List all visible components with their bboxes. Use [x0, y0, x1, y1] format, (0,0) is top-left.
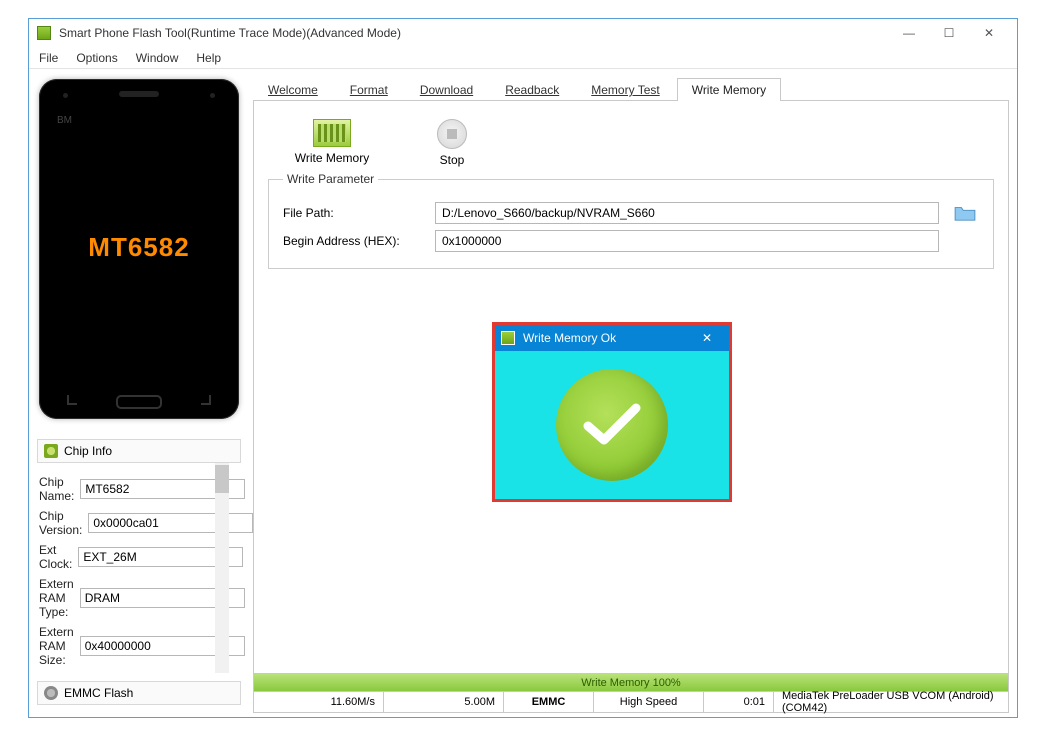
- menu-file[interactable]: File: [39, 51, 58, 65]
- begin-address-label: Begin Address (HEX):: [283, 234, 423, 248]
- phone-menu-icon: [201, 395, 211, 405]
- left-column: BM MT6582 Chip Info Chip Name: Chip Vers…: [29, 69, 249, 717]
- tab-download[interactable]: Download: [405, 78, 488, 101]
- write-parameter-legend: Write Parameter: [283, 172, 378, 186]
- maximize-button[interactable]: ☐: [929, 22, 969, 44]
- menu-help[interactable]: Help: [196, 51, 221, 65]
- status-storage: EMMC: [504, 692, 594, 712]
- stop-icon: [437, 119, 467, 149]
- memory-chip-icon: [313, 119, 351, 147]
- menubar: File Options Window Help: [29, 47, 1017, 69]
- status-row: 11.60M/s 5.00M EMMC High Speed 0:01 Medi…: [254, 692, 1008, 712]
- chip-icon: [44, 444, 58, 458]
- success-check-icon: [556, 369, 668, 481]
- phone-speaker-icon: [119, 91, 159, 97]
- tab-readback[interactable]: Readback: [490, 78, 574, 101]
- ext-ram-size-label: Extern RAM Size:: [39, 625, 74, 667]
- toolbar: Write Memory Stop: [268, 115, 994, 179]
- status-size: 5.00M: [384, 692, 504, 712]
- tab-format[interactable]: Format: [335, 78, 403, 101]
- status-bar: Write Memory 100% 11.60M/s 5.00M EMMC Hi…: [253, 674, 1009, 713]
- write-parameter-group: Write Parameter File Path: Begin Address…: [268, 179, 994, 269]
- stop-button[interactable]: Stop: [412, 119, 492, 167]
- chip-info-panel: Chip Name: Chip Version: Ext Clock: Exte…: [37, 463, 241, 673]
- tab-write-memory[interactable]: Write Memory: [677, 78, 781, 101]
- chip-info-header[interactable]: Chip Info: [37, 439, 241, 463]
- gear-icon: [44, 686, 58, 700]
- chip-label: MT6582: [88, 232, 189, 263]
- write-memory-label: Write Memory: [295, 151, 369, 165]
- ext-ram-type-label: Extern RAM Type:: [39, 577, 74, 619]
- status-speed: 11.60M/s: [254, 692, 384, 712]
- status-mode: High Speed: [594, 692, 704, 712]
- chip-info-title: Chip Info: [64, 444, 112, 458]
- tab-memory-test[interactable]: Memory Test: [576, 78, 674, 101]
- folder-icon: [954, 204, 976, 222]
- write-memory-ok-dialog[interactable]: Write Memory Ok ✕: [492, 322, 732, 502]
- file-path-label: File Path:: [283, 206, 423, 220]
- titlebar[interactable]: Smart Phone Flash Tool(Runtime Trace Mod…: [29, 19, 1017, 47]
- menu-window[interactable]: Window: [136, 51, 179, 65]
- close-button[interactable]: ✕: [969, 22, 1009, 44]
- dialog-titlebar[interactable]: Write Memory Ok ✕: [495, 325, 729, 351]
- stop-label: Stop: [440, 153, 465, 167]
- minimize-button[interactable]: —: [889, 22, 929, 44]
- emmc-flash-header[interactable]: EMMC Flash: [37, 681, 241, 705]
- emmc-flash-title: EMMC Flash: [64, 686, 133, 700]
- dialog-app-icon: [501, 331, 515, 345]
- tabbar: Welcome Format Download Readback Memory …: [253, 77, 1009, 101]
- scrollbar-rail[interactable]: [215, 463, 229, 673]
- scrollbar-thumb[interactable]: [215, 465, 229, 493]
- phone-screen: BM MT6582: [51, 111, 227, 383]
- status-port: MediaTek PreLoader USB VCOM (Android) (C…: [774, 692, 1008, 712]
- tab-welcome[interactable]: Welcome: [253, 78, 333, 101]
- window-title: Smart Phone Flash Tool(Runtime Trace Mod…: [59, 26, 889, 40]
- dialog-close-button[interactable]: ✕: [691, 327, 723, 349]
- phone-preview: BM MT6582: [39, 79, 239, 419]
- dialog-body: [495, 351, 729, 499]
- phone-back-icon: [67, 395, 77, 405]
- begin-address-input[interactable]: [435, 230, 939, 252]
- write-memory-button[interactable]: Write Memory: [292, 119, 372, 167]
- phone-brand: BM: [57, 115, 72, 126]
- dialog-title: Write Memory Ok: [523, 331, 691, 345]
- phone-camera-icon: [210, 93, 215, 98]
- file-path-input[interactable]: [435, 202, 939, 224]
- phone-sensor-icon: [63, 93, 68, 98]
- phone-home-icon: [116, 395, 162, 409]
- menu-options[interactable]: Options: [76, 51, 117, 65]
- app-icon: [37, 26, 51, 40]
- chip-version-label: Chip Version:: [39, 509, 82, 537]
- chip-name-label: Chip Name:: [39, 475, 74, 503]
- status-time: 0:01: [704, 692, 774, 712]
- ext-clock-label: Ext Clock:: [39, 543, 72, 571]
- browse-button[interactable]: [951, 202, 979, 224]
